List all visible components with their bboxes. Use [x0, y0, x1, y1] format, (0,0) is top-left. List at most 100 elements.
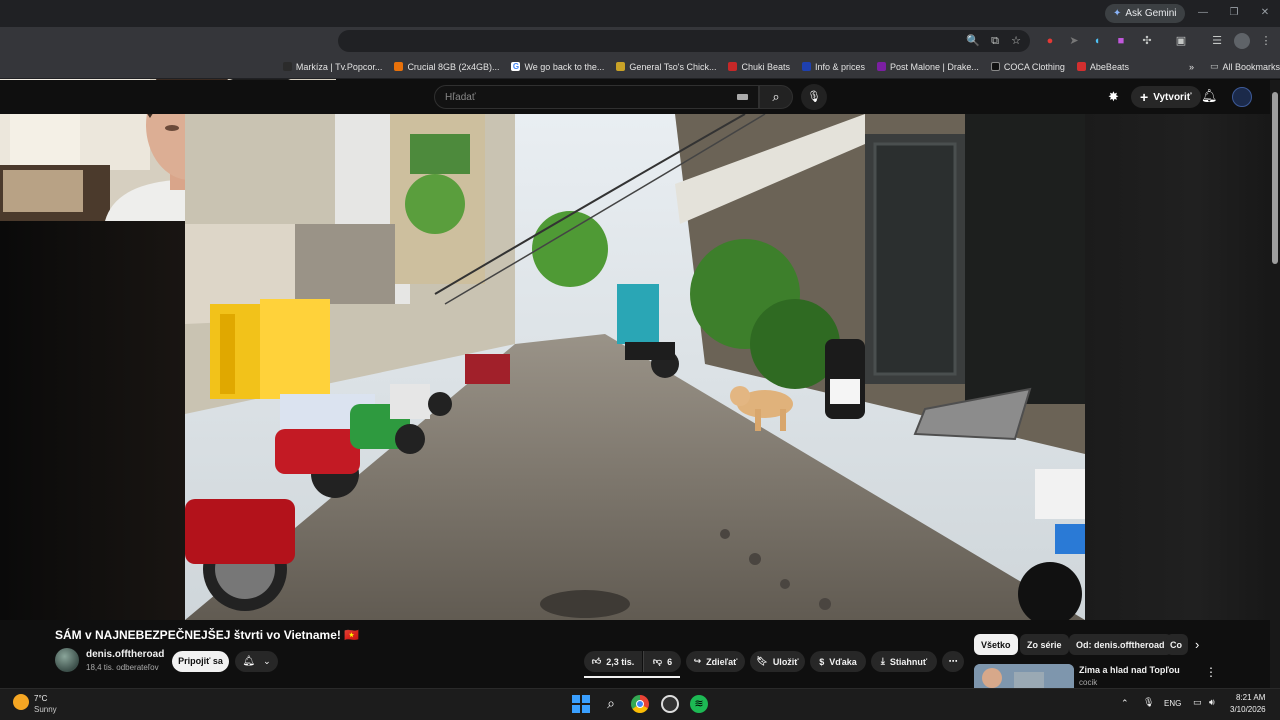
account-avatar[interactable]	[1232, 87, 1252, 107]
bookmark-star-icon[interactable]: ☆	[1008, 33, 1024, 49]
clock-date[interactable]: 3/10/2026	[1230, 705, 1266, 714]
save-label: Uložiť	[772, 656, 799, 667]
all-bookmarks-button[interactable]: ▭ All Bookmarks	[1210, 61, 1280, 72]
chevron-down-icon: ⌄	[263, 656, 271, 666]
share-button[interactable]: ↪ Zdieľať	[686, 651, 745, 672]
extension-purple-icon[interactable]: ■	[1113, 33, 1129, 49]
minimize-button[interactable]: —	[1196, 6, 1210, 20]
gemini-icon: ✦	[1113, 8, 1122, 19]
ai-sparkle-icon[interactable]: ✸	[1108, 89, 1119, 105]
bookmark-item[interactable]: AbeBeats	[1076, 62, 1129, 72]
side-panel-icon[interactable]: ▣	[1173, 33, 1189, 49]
address-bar[interactable]	[338, 30, 1030, 52]
volume-icon[interactable]: 🔊︎	[1209, 697, 1215, 708]
download-button[interactable]: ⤓ Stiahnuť	[871, 651, 937, 672]
bookmark-item[interactable]: Chuki Beats	[728, 62, 790, 72]
recommended-channel[interactable]: cocik	[1079, 678, 1097, 687]
bookmark-item[interactable]: Crucial 8GB (2x4GB)...	[394, 62, 499, 72]
close-window-button[interactable]: ✕	[1258, 6, 1272, 20]
extension-red-icon[interactable]: ●	[1042, 33, 1058, 49]
extensions-puzzle-icon[interactable]: ✣	[1139, 33, 1155, 49]
chip-all[interactable]: Všetko	[974, 634, 1018, 655]
bookmark-favicon	[616, 62, 626, 71]
tab-strip	[0, 0, 1280, 27]
chip-channel[interactable]: Od: denis.offtheroad	[1069, 634, 1172, 655]
google-favicon: G	[511, 62, 521, 71]
language-indicator[interactable]: ENG	[1164, 699, 1181, 708]
bookmark-item[interactable]: Markíza | Tv.Popcor...	[282, 62, 382, 72]
chip-partial[interactable]: Co	[1166, 634, 1188, 655]
notifications-bell-icon[interactable]: 🔔︎	[1201, 88, 1218, 104]
taskbar-search-icon[interactable]: ⌕	[602, 695, 620, 713]
tray-mic-icon[interactable]: 🎙	[1143, 697, 1154, 708]
subscription-bell-button[interactable]: 🔔︎ ⌄	[235, 651, 278, 672]
zoom-icon[interactable]: 🔍	[965, 33, 981, 49]
maximize-button[interactable]: ❐	[1227, 6, 1241, 20]
cast-icon[interactable]: ⧉	[987, 33, 1003, 49]
tray-overflow-icon[interactable]: ⌃	[1121, 698, 1129, 709]
thumbs-up-icon: 👍︎	[591, 656, 602, 666]
search-input[interactable]: Hľadať	[434, 85, 759, 109]
thumbnail-image	[974, 664, 1074, 688]
bookmark-item[interactable]: General Tso's Chick...	[616, 62, 716, 72]
thanks-icon: $	[819, 656, 825, 667]
ask-gemini-button[interactable]: ✦ Ask Gemini	[1105, 4, 1185, 23]
bookmark-item[interactable]: Info & prices	[801, 62, 865, 72]
chip-series[interactable]: Zo série	[1020, 634, 1069, 655]
search-placeholder: Hľadať	[445, 91, 476, 103]
network-icon[interactable]: ▭	[1193, 697, 1202, 708]
windows-start-icon[interactable]	[572, 695, 590, 713]
thanks-button[interactable]: $ Vďaka	[810, 651, 866, 672]
weather-temp[interactable]: 7°C	[34, 694, 47, 703]
more-actions-button[interactable]: ⋯	[942, 651, 964, 672]
download-icon: ⤓	[880, 656, 885, 666]
profile-avatar[interactable]	[1234, 33, 1250, 49]
reading-list-icon[interactable]: ☰	[1209, 33, 1225, 49]
bookmark-item[interactable]: Post Malone | Drake...	[877, 62, 979, 72]
bookmark-item[interactable]: COCA Clothing	[990, 62, 1065, 72]
browser-menu-icon[interactable]: ⋮	[1258, 33, 1274, 49]
bookmarks-overflow-button[interactable]: »	[1189, 62, 1194, 72]
chrome-icon[interactable]	[631, 695, 649, 713]
chips-next-icon[interactable]: ›	[1195, 637, 1199, 652]
bookmark-item[interactable]: G We go back to the...	[511, 62, 604, 72]
dislike-button[interactable]: 👎︎ 6	[643, 651, 681, 672]
bookmark-favicon	[801, 62, 811, 71]
ask-gemini-label: Ask Gemini	[1125, 8, 1177, 19]
share-icon: ↪	[693, 656, 702, 666]
plus-icon: +	[1140, 89, 1149, 105]
download-label: Stiahnuť	[889, 656, 928, 667]
bell-icon: 🔔︎	[242, 656, 256, 667]
weather-sun-icon[interactable]	[13, 694, 29, 710]
video-side-shade-right	[1085, 114, 1270, 620]
search-button[interactable]: ⌕	[759, 85, 793, 109]
video-frame	[185, 114, 1085, 620]
obs-icon[interactable]	[661, 695, 679, 713]
create-button[interactable]: + Vytvoriť	[1131, 86, 1201, 108]
video-player[interactable]	[185, 114, 1085, 620]
save-button[interactable]: 🔖︎ Uložiť	[750, 651, 805, 672]
clock-time[interactable]: 8:21 AM	[1236, 693, 1265, 702]
recommended-menu-icon[interactable]: ⋮	[1205, 665, 1217, 679]
recommended-thumbnail[interactable]	[974, 664, 1074, 688]
microphone-icon: 🎙	[807, 91, 821, 103]
weather-desc[interactable]: Sunny	[34, 705, 57, 714]
bookmark-label: Chuki Beats	[741, 61, 790, 72]
all-bookmarks-label: All Bookmarks	[1222, 61, 1280, 72]
bookmark-label: Post Malone | Drake...	[890, 61, 979, 72]
join-button[interactable]: Pripojiť sa	[172, 651, 229, 672]
channel-avatar[interactable]	[55, 648, 79, 672]
dislike-count: 6	[667, 656, 673, 667]
like-button[interactable]: 👍︎ 2,3 tis.	[584, 651, 642, 672]
bookmark-icon: 🔖︎	[756, 656, 768, 666]
extension-audio-icon[interactable]: ◖	[1089, 33, 1105, 49]
channel-name[interactable]: denis.offtheroad	[86, 649, 164, 660]
recommended-title[interactable]: Zima a hlad nad Topľou	[1079, 665, 1180, 675]
scrollbar-thumb[interactable]	[1272, 92, 1278, 264]
spotify-icon[interactable]: ≋	[690, 695, 708, 713]
bookmark-favicon	[1076, 62, 1086, 71]
more-horizontal-icon: ⋯	[948, 656, 958, 666]
extension-arrow-icon[interactable]: ➤	[1066, 33, 1082, 49]
keyboard-icon[interactable]	[737, 94, 748, 100]
voice-search-button[interactable]: 🎙	[801, 84, 827, 110]
